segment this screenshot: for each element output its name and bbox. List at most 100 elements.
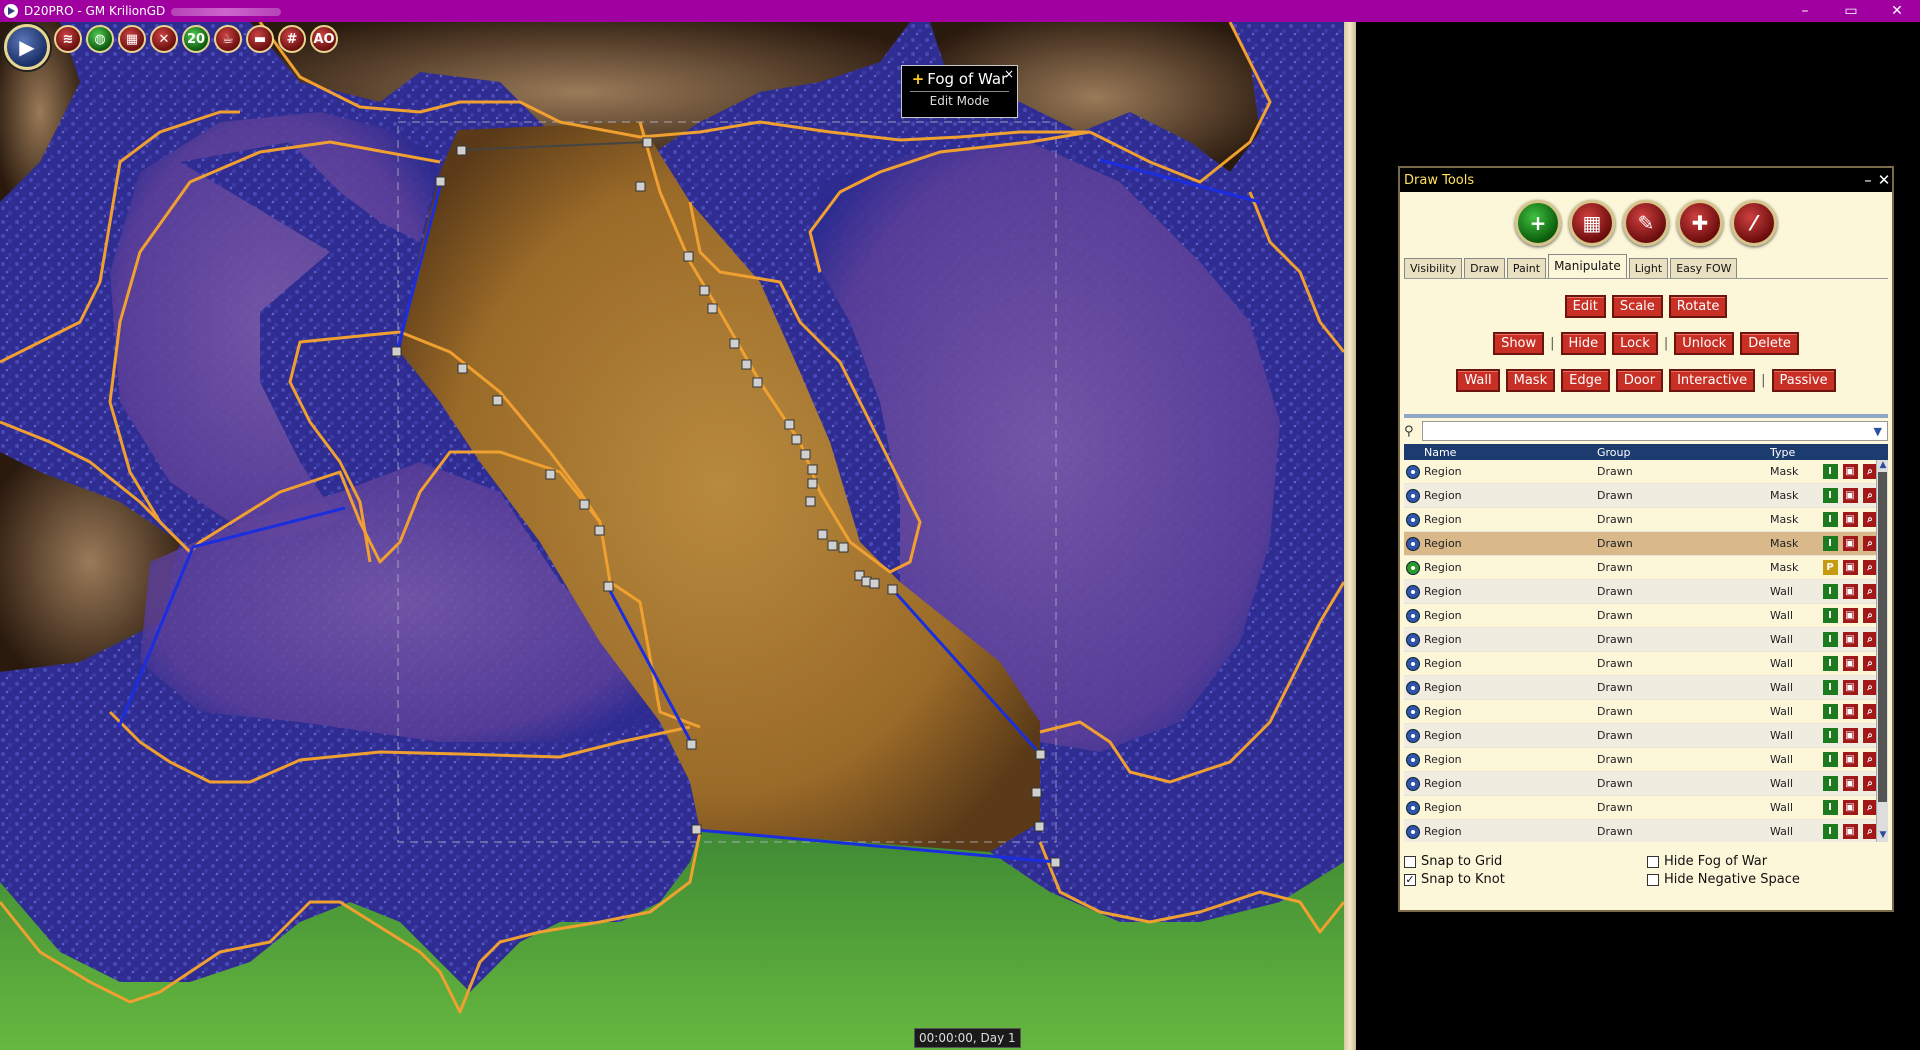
search-input[interactable]	[1422, 421, 1888, 441]
brush-icon[interactable]: ⁄	[1731, 200, 1777, 246]
swords-icon[interactable]: ✕	[150, 25, 178, 53]
lock-icon[interactable]: ▣	[1842, 752, 1858, 767]
mode-icon[interactable]: I	[1822, 776, 1838, 791]
lock-icon[interactable]: ▣	[1842, 584, 1858, 599]
delete-button[interactable]: Delete	[1740, 332, 1799, 355]
fog-of-war-popup[interactable]: × + Fog of War Edit Mode	[901, 65, 1018, 118]
lock-icon[interactable]: ▣	[1842, 728, 1858, 743]
mode-icon[interactable]: I	[1822, 632, 1838, 647]
aoe-icon[interactable]: AO	[310, 25, 338, 53]
grid-icon[interactable]: #	[278, 25, 306, 53]
wall-button[interactable]: Wall	[1456, 369, 1500, 392]
tab-visibility[interactable]: Visibility	[1404, 258, 1463, 278]
show-button[interactable]: Show	[1493, 332, 1545, 355]
table-row[interactable]: Region Drawn Wall I ▣ ⌕	[1404, 676, 1888, 700]
table-row[interactable]: Region Drawn Wall I ▣ ⌕	[1404, 796, 1888, 820]
table-row[interactable]: Region Drawn Wall I ▣ ⌕	[1404, 580, 1888, 604]
visibility-toggle[interactable]	[1404, 800, 1422, 815]
visibility-toggle[interactable]	[1404, 560, 1422, 575]
visibility-toggle[interactable]	[1404, 680, 1422, 695]
lock-icon[interactable]: ▣	[1842, 704, 1858, 719]
tab-draw[interactable]: Draw	[1464, 258, 1505, 278]
lock-icon[interactable]: ▣	[1842, 824, 1858, 839]
visibility-toggle[interactable]	[1404, 728, 1422, 743]
lock-icon[interactable]: ▣	[1842, 632, 1858, 647]
checkbox-box[interactable]: ✓	[1404, 873, 1416, 886]
snap-to-knot-checkbox[interactable]: ✓ Snap to Knot	[1404, 872, 1647, 887]
lock-icon[interactable]: ▣	[1842, 656, 1858, 671]
mode-icon[interactable]: I	[1822, 800, 1838, 815]
table-row[interactable]: Region Drawn Wall I ▣ ⌕	[1404, 724, 1888, 748]
visibility-toggle[interactable]	[1404, 704, 1422, 719]
chevron-down-icon[interactable]: ▼	[1874, 425, 1882, 438]
table-row[interactable]: Region Drawn Mask I ▣ ⌕	[1404, 532, 1888, 556]
table-row[interactable]: Region Drawn Mask P ▣ ⌕	[1404, 556, 1888, 580]
visibility-toggle[interactable]	[1404, 488, 1422, 503]
hide-negative-space-checkbox[interactable]: Hide Negative Space	[1647, 872, 1890, 887]
table-row[interactable]: Region Drawn Wall I ▣ ⌕	[1404, 820, 1888, 842]
lock-icon[interactable]: ▣	[1842, 464, 1858, 479]
d20pro-logo-icon[interactable]: ▶	[4, 24, 50, 70]
lock-icon[interactable]: ▣	[1842, 512, 1858, 527]
lock-icon[interactable]: ▣	[1842, 608, 1858, 623]
panel-divider[interactable]	[1344, 22, 1356, 1050]
mode-icon[interactable]: I	[1822, 704, 1838, 719]
checkbox-box[interactable]	[1647, 855, 1659, 868]
checkbox-box[interactable]	[1647, 873, 1659, 886]
table-row[interactable]: Region Drawn Mask I ▣ ⌕	[1404, 460, 1888, 484]
col-name[interactable]: Name	[1422, 446, 1595, 459]
lock-icon[interactable]: ▣	[1842, 536, 1858, 551]
passive-button[interactable]: Passive	[1771, 369, 1836, 392]
tab-paint[interactable]: Paint	[1506, 258, 1547, 278]
ruler-icon[interactable]: ▬	[246, 25, 274, 53]
interactive-button[interactable]: Interactive	[1669, 369, 1756, 392]
tab-manipulate[interactable]: Manipulate	[1548, 254, 1627, 278]
close-button[interactable]: ✕	[1874, 0, 1920, 22]
visibility-toggle[interactable]	[1404, 536, 1422, 551]
lock-icon[interactable]: ▣	[1842, 560, 1858, 575]
mode-icon[interactable]: P	[1822, 560, 1838, 575]
table-row[interactable]: Region Drawn Wall I ▣ ⌕	[1404, 772, 1888, 796]
unlock-button[interactable]: Unlock	[1674, 332, 1735, 355]
tab-easy-fow[interactable]: Easy FOW	[1670, 258, 1738, 278]
select-grid-icon[interactable]: ▦	[1569, 200, 1615, 246]
close-button[interactable]: ✕	[1876, 171, 1892, 189]
table-row[interactable]: Region Drawn Wall I ▣ ⌕	[1404, 700, 1888, 724]
table-row[interactable]: Region Drawn Wall I ▣ ⌕	[1404, 652, 1888, 676]
edge-button[interactable]: Edge	[1561, 369, 1610, 392]
map-icon[interactable]: ▦	[118, 25, 146, 53]
draw-tools-header[interactable]: Draw Tools – ✕	[1400, 168, 1892, 192]
scroll-up-icon[interactable]: ▲	[1877, 460, 1888, 472]
scroll-down-icon[interactable]: ▼	[1877, 830, 1888, 842]
minimize-button[interactable]: –	[1782, 0, 1828, 22]
mode-icon[interactable]: I	[1822, 584, 1838, 599]
mode-icon[interactable]: I	[1822, 824, 1838, 839]
globe-icon[interactable]: ◍	[86, 25, 114, 53]
visibility-toggle[interactable]	[1404, 752, 1422, 767]
wifi-icon[interactable]: ≋	[54, 25, 82, 53]
maximize-button[interactable]: ▭	[1828, 0, 1874, 22]
edit-button[interactable]: Edit	[1564, 295, 1606, 318]
hide-button[interactable]: Hide	[1560, 332, 1607, 355]
minimize-button[interactable]: –	[1860, 171, 1876, 189]
mask-button[interactable]: Mask	[1505, 369, 1556, 392]
lock-icon[interactable]: ▣	[1842, 776, 1858, 791]
scroll-thumb[interactable]	[1878, 472, 1887, 802]
mode-icon[interactable]: I	[1822, 608, 1838, 623]
door-button[interactable]: Door	[1615, 369, 1664, 392]
visibility-toggle[interactable]	[1404, 584, 1422, 599]
mode-icon[interactable]: I	[1822, 728, 1838, 743]
table-row[interactable]: Region Drawn Mask I ▣ ⌕	[1404, 508, 1888, 532]
scale-button[interactable]: Scale	[1611, 295, 1663, 318]
mode-icon[interactable]: I	[1822, 656, 1838, 671]
tab-light[interactable]: Light	[1628, 258, 1669, 278]
visibility-toggle[interactable]	[1404, 632, 1422, 647]
checkbox-box[interactable]	[1404, 855, 1416, 868]
hide-fog-of-war-checkbox[interactable]: Hide Fog of War	[1647, 854, 1890, 869]
lock-button[interactable]: Lock	[1612, 332, 1658, 355]
fog-close-button[interactable]: ×	[1004, 67, 1014, 81]
visibility-toggle[interactable]	[1404, 656, 1422, 671]
table-scrollbar[interactable]: ▲ ▼	[1876, 460, 1888, 842]
mode-icon[interactable]: I	[1822, 488, 1838, 503]
table-row[interactable]: Region Drawn Wall I ▣ ⌕	[1404, 748, 1888, 772]
